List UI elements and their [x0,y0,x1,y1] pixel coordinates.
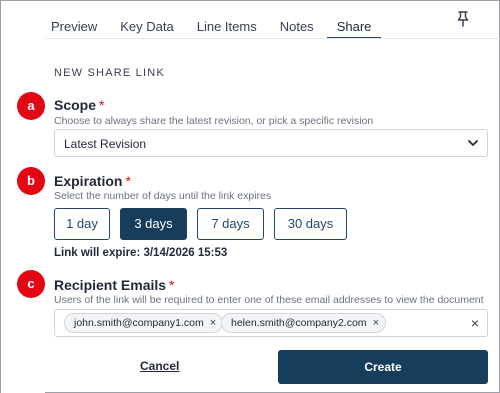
remove-email-icon[interactable]: × [373,317,379,332]
option-30-days[interactable]: 30 days [274,208,347,240]
required-mark: * [99,97,105,113]
remove-email-icon[interactable]: × [210,317,216,332]
tab-share[interactable]: Share [326,9,382,39]
expiration-label-text: Expiration [54,173,123,189]
badge-c: c [17,270,45,298]
expire-text: Link will expire: 3/14/2026 15:53 [54,247,228,259]
badge-a: a [17,92,45,120]
scope-help: Choose to always share the latest revisi… [54,115,374,127]
recipient-emails-input[interactable]: john.smith@company1.com × helen.smith@co… [54,309,488,337]
clear-emails-icon[interactable]: × [471,315,479,331]
section-title: NEW SHARE LINK [54,67,165,79]
recipients-help: Users of the link will be required to en… [54,294,484,306]
tab-key-data[interactable]: Key Data [120,9,173,39]
option-7-days[interactable]: 7 days [197,208,264,240]
tab-notes[interactable]: Notes [280,9,314,39]
tab-preview[interactable]: Preview [51,9,97,39]
tabs-divider [45,38,500,39]
expiration-label: Expiration * [54,173,131,189]
cancel-button[interactable]: Cancel [140,359,179,373]
tab-line-items[interactable]: Line Items [197,9,257,39]
scope-label: Scope * [54,97,104,113]
expiration-options: 1 day 3 days 7 days 30 days [54,208,357,240]
expiration-help: Select the number of days until the link… [54,190,272,202]
left-gutter [1,1,45,393]
scope-selected-value: Latest Revision [64,137,147,151]
tab-bar: Preview Key Data Line Items Notes Share [51,9,404,39]
option-3-days[interactable]: 3 days [120,208,187,240]
badge-b: b [17,167,45,195]
option-1-day[interactable]: 1 day [54,208,110,240]
email-chip-text: helen.smith@company2.com [231,317,367,329]
required-mark: * [169,277,175,293]
share-panel: Preview Key Data Line Items Notes Share … [0,0,500,393]
recipients-label-text: Recipient Emails [54,277,167,293]
scope-select[interactable]: Latest Revision [54,129,488,157]
chevron-down-icon [468,140,478,146]
create-button[interactable]: Create [278,350,488,384]
email-chip: helen.smith@company2.com × [221,313,386,333]
recipients-label: Recipient Emails * [54,277,175,293]
pin-icon[interactable] [456,11,470,27]
email-chip-text: john.smith@company1.com [74,317,204,329]
email-chip: john.smith@company1.com × [64,313,224,333]
scope-label-text: Scope [54,97,97,113]
required-mark: * [125,173,131,189]
